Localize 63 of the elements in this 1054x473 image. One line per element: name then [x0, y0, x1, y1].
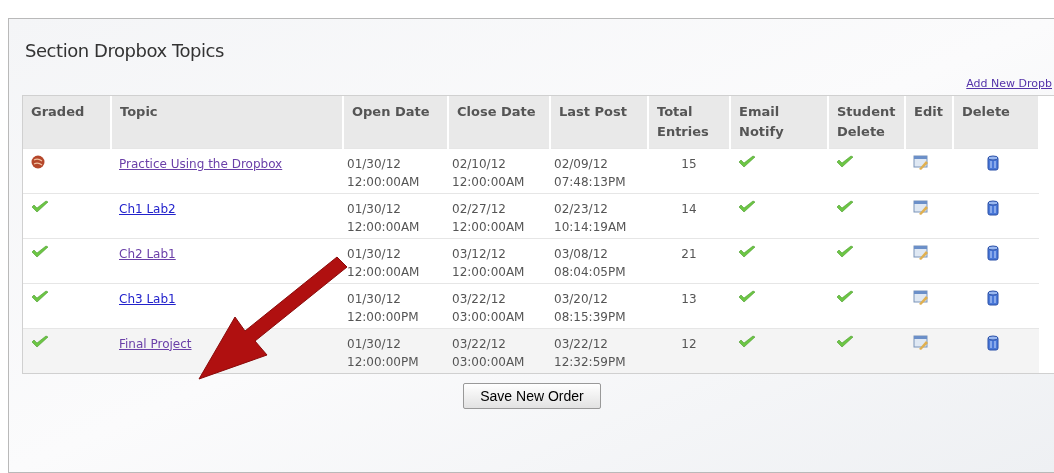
date-text: 02/09/12	[554, 155, 609, 173]
column-header: Student Delete	[837, 104, 896, 139]
topic-link[interactable]: Practice Using the Dropbox	[119, 156, 283, 171]
trash-icon[interactable]	[987, 334, 999, 351]
column-header: Last Post	[559, 104, 627, 119]
column-header: Email Notify	[739, 104, 784, 139]
edit-icon[interactable]	[913, 199, 929, 216]
date-text: 02/27/12	[452, 200, 507, 218]
edit-icon[interactable]	[913, 334, 929, 351]
column-header: Delete	[962, 104, 1010, 119]
date-text: 10:14:19AM	[554, 218, 628, 236]
edit-icon[interactable]	[913, 289, 929, 306]
date-text: 12:00:00AM	[452, 218, 526, 236]
column-header: Topic	[120, 104, 158, 119]
trash-icon[interactable]	[987, 199, 999, 216]
date-text: 07:48:13PM	[554, 173, 627, 191]
trash-icon[interactable]	[987, 154, 999, 171]
date-text: 12:00:00AM	[452, 173, 526, 191]
entries-count: 15	[681, 156, 697, 171]
entries-count: 12	[681, 336, 697, 351]
date-text: 01/30/12	[347, 290, 402, 308]
entries-count: 14	[681, 201, 697, 216]
date-text: 03/22/12	[452, 335, 507, 353]
date-text: 01/30/12	[347, 335, 402, 353]
save-new-order-button[interactable]: Save New Order	[463, 383, 601, 409]
edit-icon[interactable]	[913, 154, 929, 171]
column-header: Total Entries	[657, 104, 709, 139]
date-text: 12:00:00AM	[452, 263, 526, 281]
trash-icon[interactable]	[987, 244, 999, 261]
date-text: 03:00:00AM	[452, 308, 526, 326]
entries-count: 21	[681, 246, 697, 261]
topic-link[interactable]: Ch1 Lab2	[119, 201, 176, 216]
date-text: 03/22/12	[452, 290, 507, 308]
column-header: Graded	[31, 104, 85, 119]
date-text: 01/30/12	[347, 155, 402, 173]
topic-link[interactable]: Ch3 Lab1	[119, 291, 176, 306]
date-text: 01/30/12	[347, 200, 402, 218]
date-text: 12:00:00AM	[347, 263, 421, 281]
add-new-dropbox-link[interactable]: Add New Dropb	[966, 77, 1052, 91]
date-text: 02/23/12	[554, 200, 609, 218]
date-text: 08:04:05PM	[554, 263, 627, 281]
date-text: 02/10/12	[452, 155, 507, 173]
date-text: 08:15:39PM	[554, 308, 627, 326]
column-header: Close Date	[457, 104, 536, 119]
date-text: 03/12/12	[452, 245, 507, 263]
date-text: 12:00:00PM	[347, 308, 420, 326]
date-text: 03/08/12	[554, 245, 609, 263]
topic-link[interactable]: Final Project	[119, 336, 192, 351]
date-text: 12:32:59PM	[554, 353, 627, 371]
entries-count: 13	[681, 291, 697, 306]
date-text: 03:00:00AM	[452, 353, 526, 371]
edit-icon[interactable]	[913, 244, 929, 261]
date-text: 03/20/12	[554, 290, 609, 308]
topic-link[interactable]: Ch2 Lab1	[119, 246, 176, 261]
date-text: 12:00:00AM	[347, 218, 421, 236]
column-header: Open Date	[352, 104, 430, 119]
panel-title: Section Dropbox Topics	[25, 39, 224, 63]
date-text: 03/22/12	[554, 335, 609, 353]
date-text: 12:00:00AM	[347, 173, 421, 191]
column-header: Edit	[914, 104, 943, 119]
trash-icon[interactable]	[987, 289, 999, 306]
date-text: 12:00:00PM	[347, 353, 420, 371]
date-text: 01/30/12	[347, 245, 402, 263]
